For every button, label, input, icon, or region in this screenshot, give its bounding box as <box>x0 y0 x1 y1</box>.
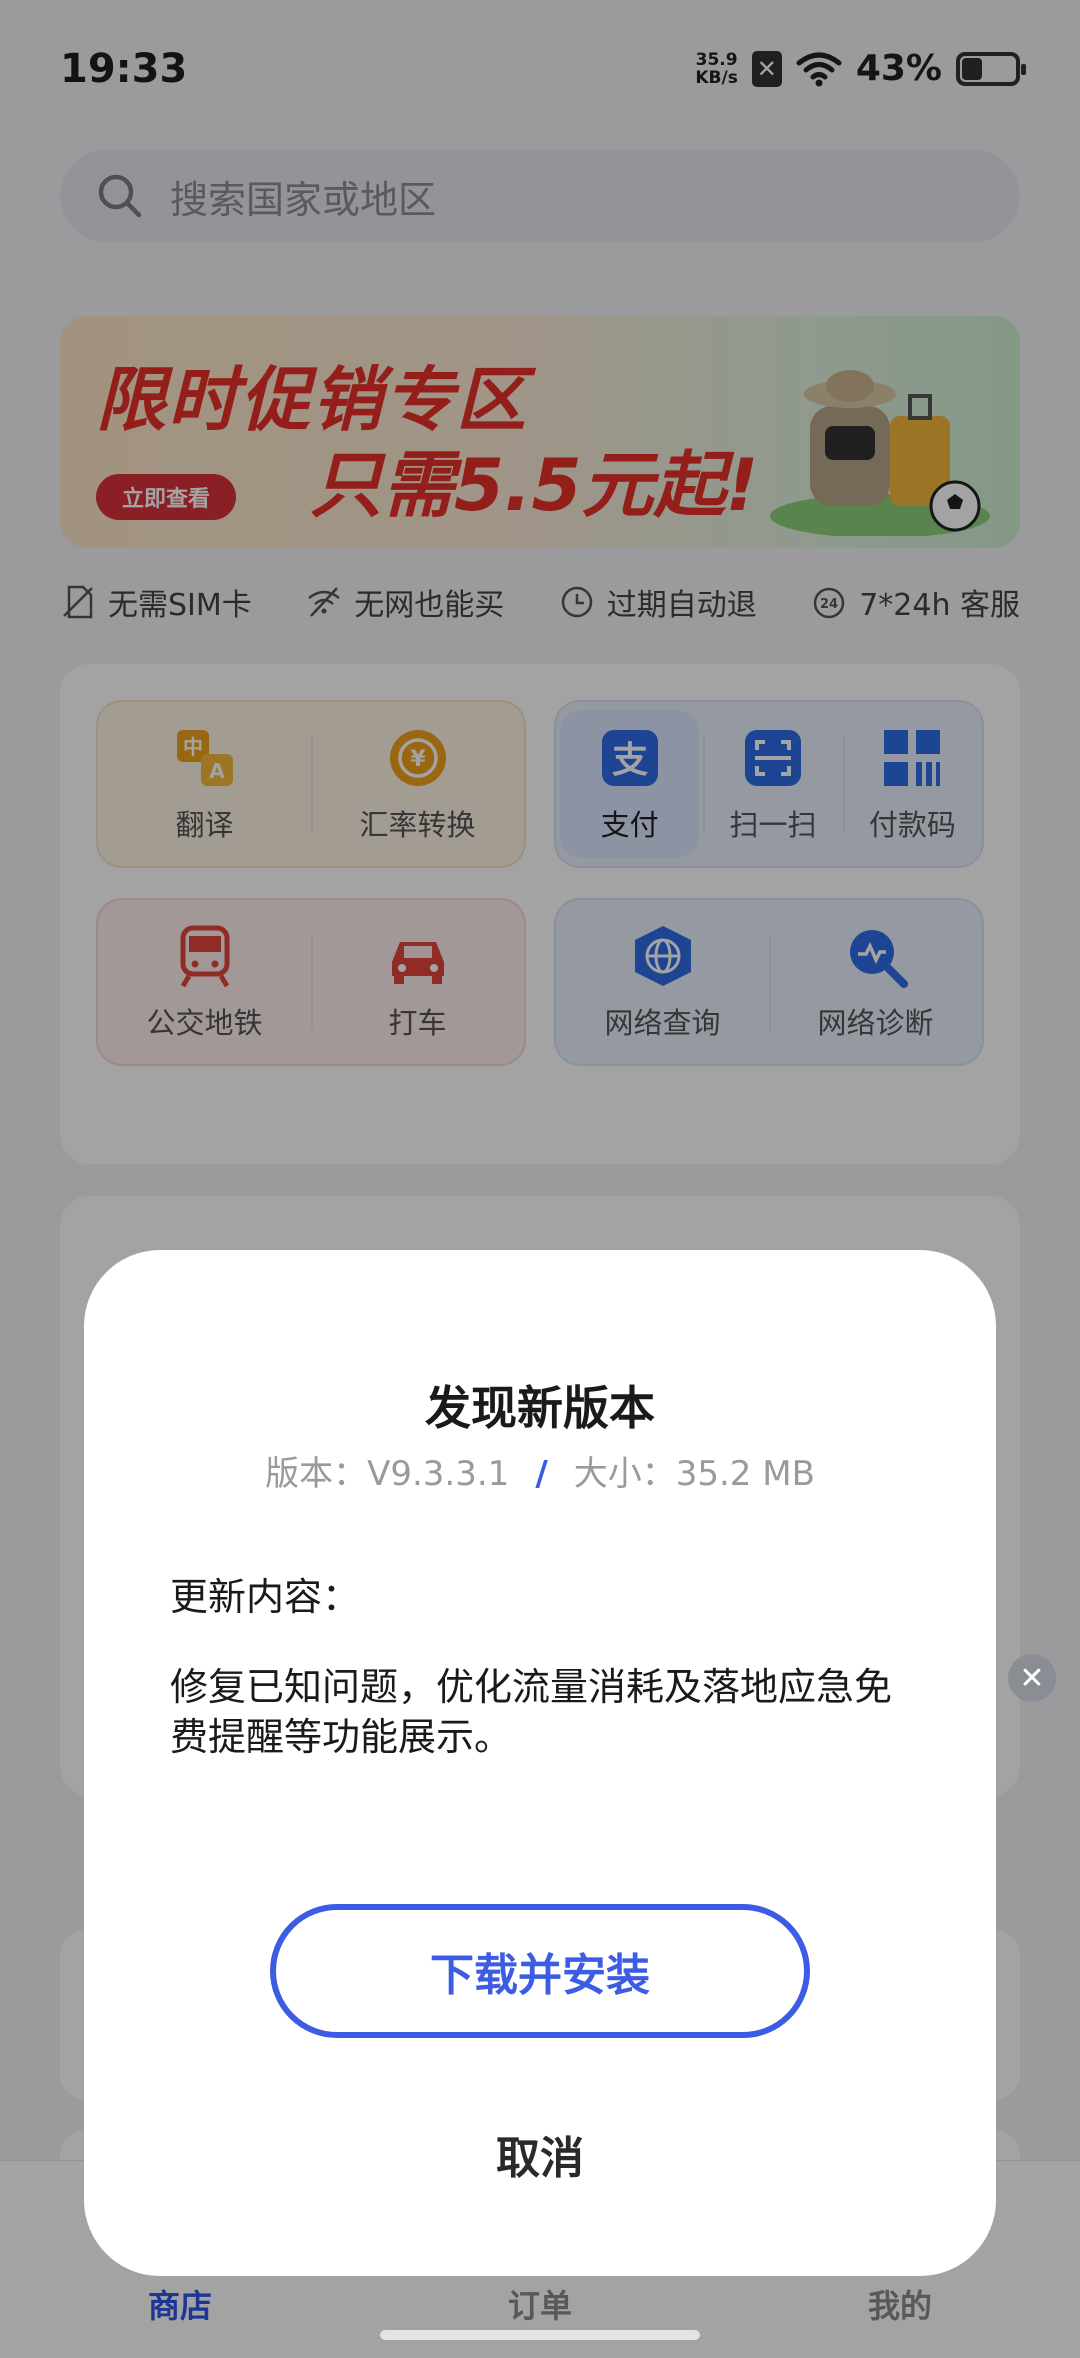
update-content-label: 更新内容： <box>170 1575 361 1619</box>
size-label: 大小： <box>573 1454 676 1494</box>
size-value: 35.2 MB <box>675 1454 815 1494</box>
cancel-button[interactable]: 取消 <box>84 2122 996 2186</box>
download-install-button[interactable]: 下载并安装 <box>270 1904 810 2038</box>
dialog-title: 发现新版本 <box>425 1381 655 1435</box>
update-dialog: 发现新版本 版本：V9.3.3.1 / 大小：35.2 MB 更新内容： 修复已知问… <box>84 1250 996 2276</box>
update-content-text: 修复已知问题，优化流量消耗及落地应急免费提醒等功能展示。 <box>170 1665 893 1759</box>
version-value: V9.3.3.1 <box>367 1454 510 1494</box>
home-indicator <box>380 2330 700 2340</box>
version-info: 版本：V9.3.3.1 / 大小：35.2 MB <box>84 1446 996 1495</box>
floating-close-icon[interactable]: ✕ <box>1008 1654 1056 1702</box>
version-label: 版本： <box>265 1454 368 1494</box>
meta-separator: / <box>535 1454 548 1494</box>
